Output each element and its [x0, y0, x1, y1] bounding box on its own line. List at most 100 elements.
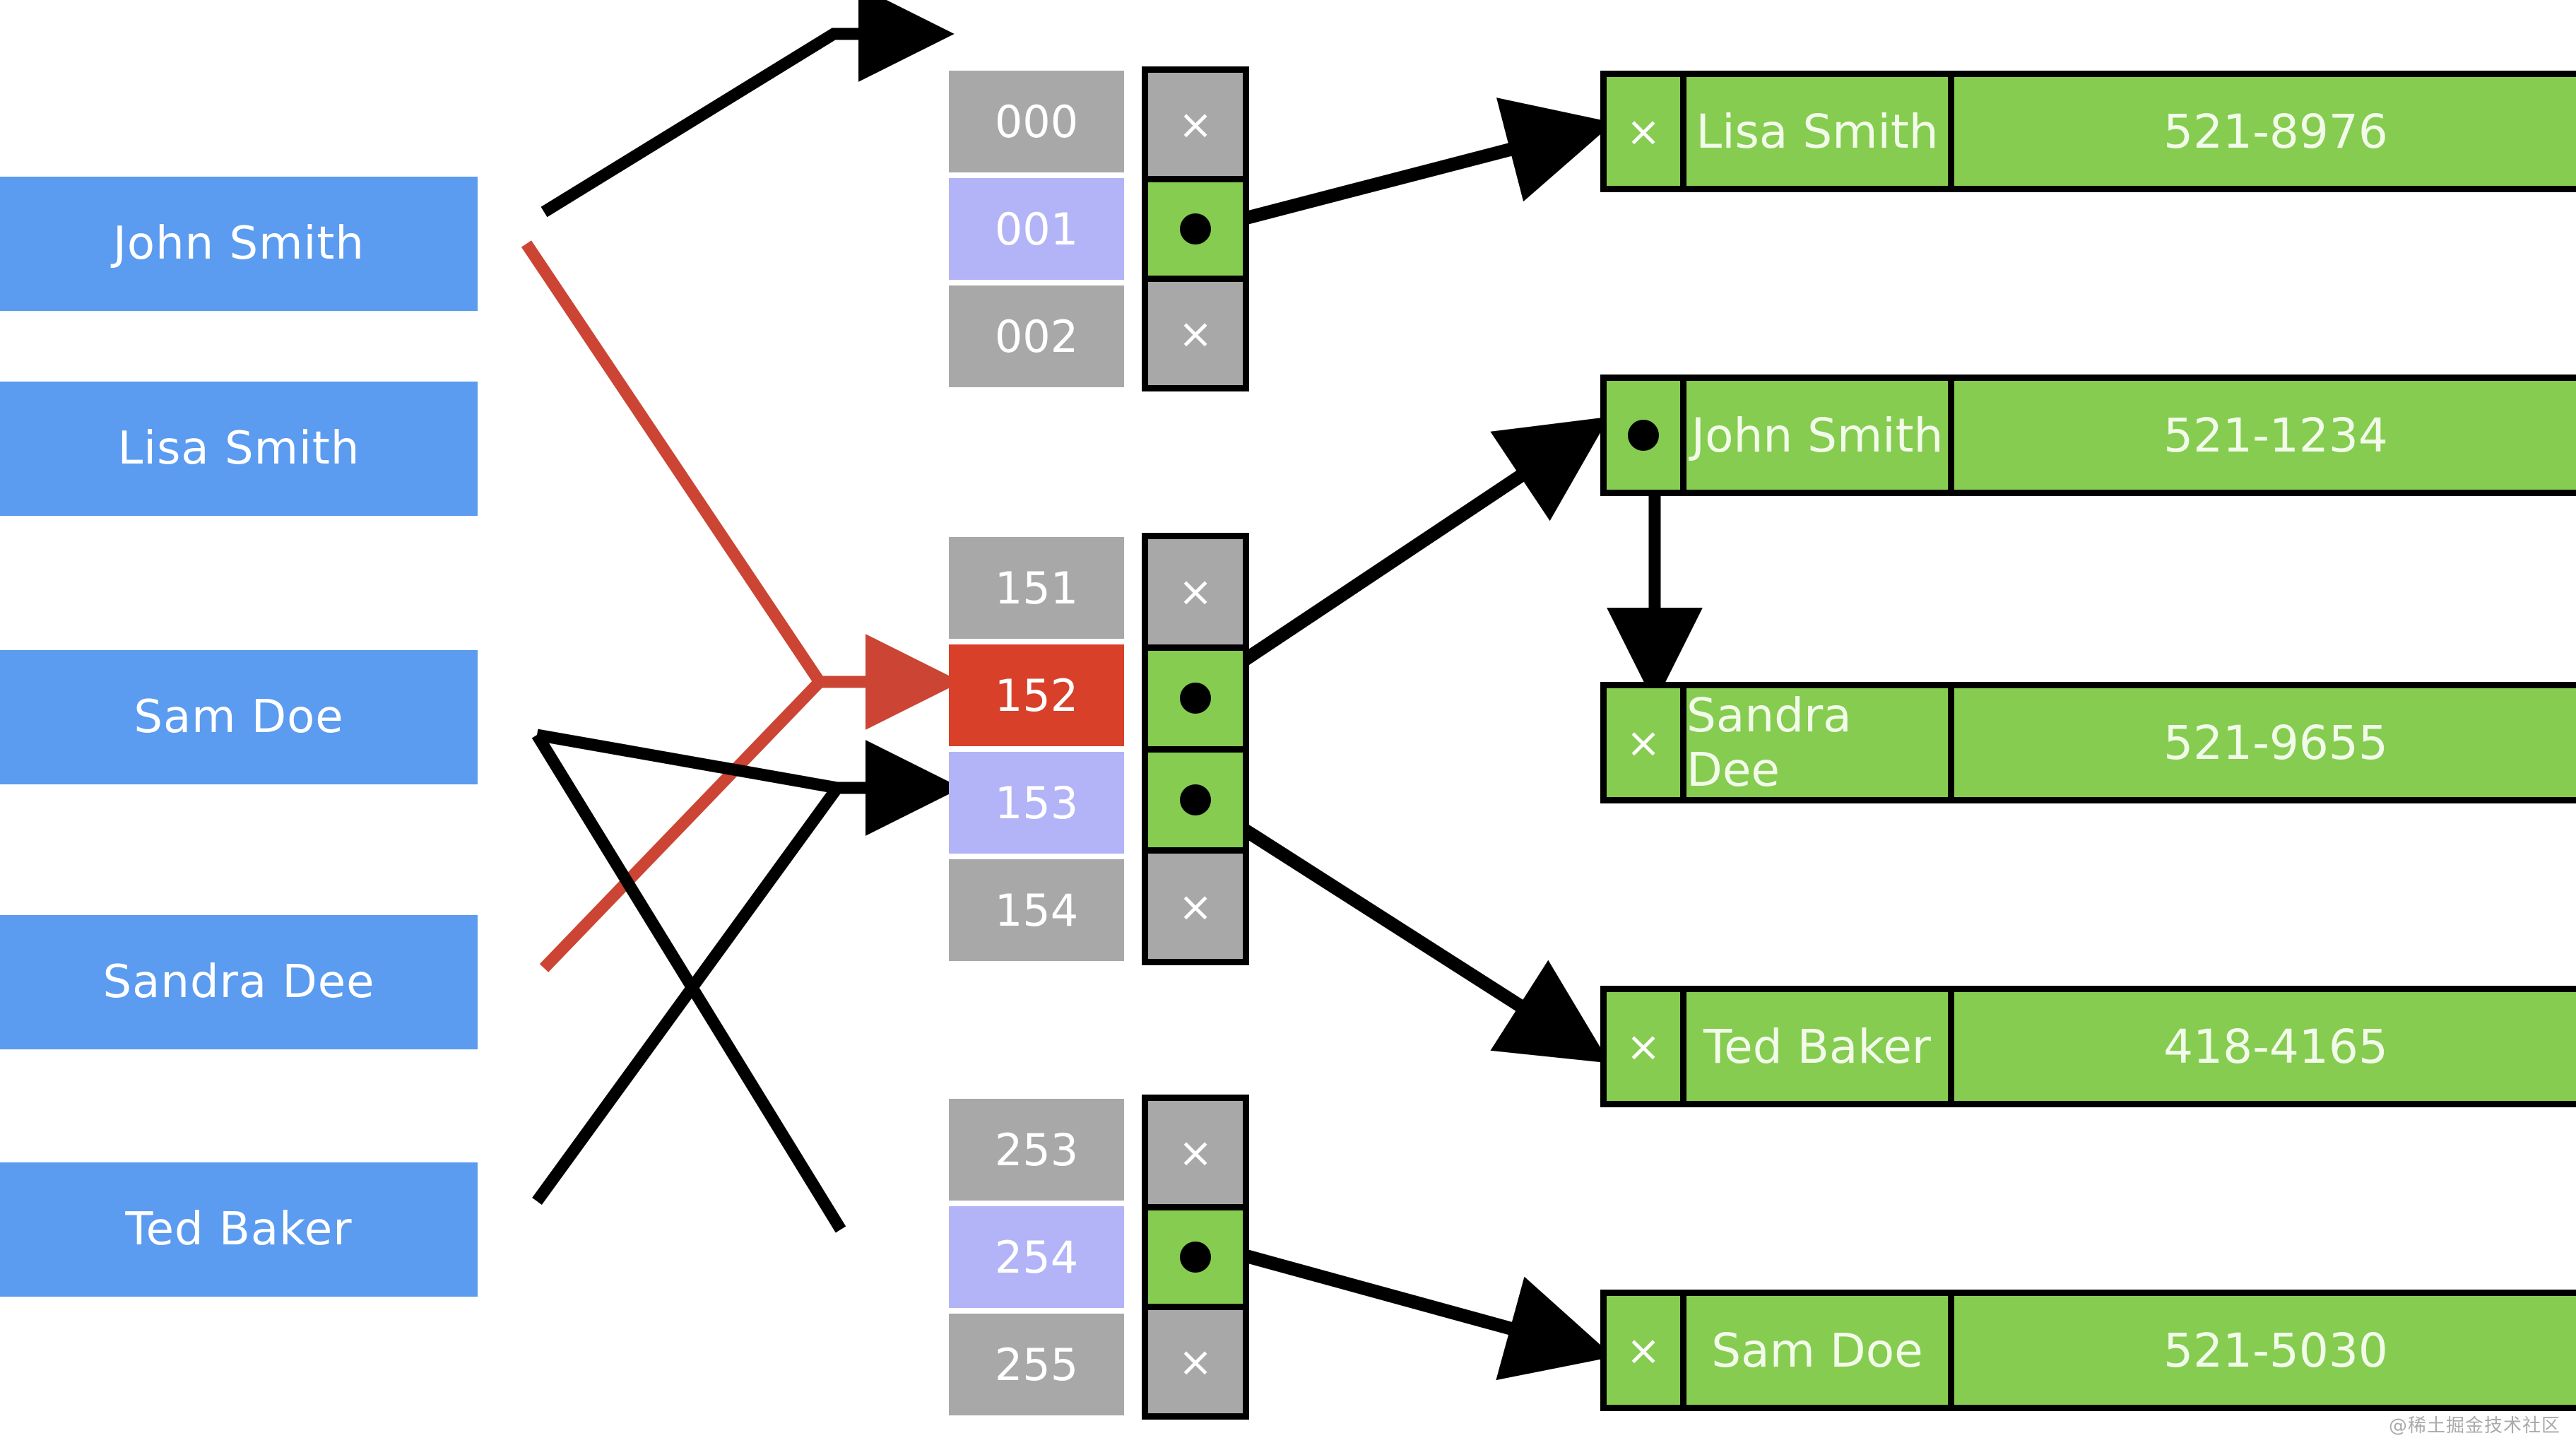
watermark: @稀土掘金技术社区: [2389, 1411, 2560, 1437]
null-pointer-icon: ×: [1626, 1326, 1661, 1374]
bucket-index-002[interactable]: 002: [949, 285, 1124, 387]
key-box-john-smith[interactable]: John Smith: [0, 177, 478, 311]
record-phone-cell: 521-8976: [1954, 77, 2576, 186]
bucket-slot-255[interactable]: ×: [1148, 1310, 1243, 1413]
empty-slot-icon: ×: [1178, 100, 1213, 148]
record-phone: 521-5030: [2163, 1323, 2388, 1378]
bucket-index-label: 255: [994, 1338, 1079, 1391]
pointer-dot-icon: [1180, 213, 1211, 244]
record-name-cell: Ted Baker: [1686, 992, 1954, 1101]
empty-slot-icon: ×: [1178, 882, 1213, 931]
key-label: John Smith: [113, 218, 365, 270]
hash-line-lisa-to-001: [540, 0, 955, 218]
bucket-index-label: 001: [994, 203, 1079, 255]
record-name-cell: Lisa Smith: [1686, 77, 1954, 186]
bucket-slot-001[interactable]: [1148, 182, 1243, 276]
hash-line-john-sandra-to-152: [521, 240, 962, 972]
record-phone: 521-9655: [2163, 715, 2388, 770]
hash-line-sam-to-153: [536, 729, 962, 836]
bucket-index-000[interactable]: 000: [949, 71, 1124, 172]
bucket-slot-000[interactable]: ×: [1148, 73, 1243, 176]
record-next-pointer-cell[interactable]: ×: [1607, 688, 1686, 797]
null-pointer-icon: ×: [1626, 107, 1661, 155]
bucket-index-label: 000: [994, 95, 1079, 148]
bucket-index-254[interactable]: 254: [949, 1206, 1124, 1308]
bucket-index-001[interactable]: 001: [949, 178, 1124, 280]
hash-table-diagram: John Smith Lisa Smith Sam Doe Sandra Dee…: [0, 0, 2576, 1450]
bucket-index-154[interactable]: 154: [949, 859, 1124, 961]
record-next-pointer-cell[interactable]: ×: [1607, 77, 1686, 186]
bucket-slot-153[interactable]: [1148, 752, 1243, 848]
slot-divider: [1148, 176, 1243, 182]
pointer-line-254-to-sam: [1199, 1237, 1614, 1381]
record-name: John Smith: [1691, 408, 1944, 463]
empty-slot-icon: ×: [1178, 1338, 1213, 1386]
slot-divider: [1148, 1204, 1243, 1210]
bucket-index-label: 253: [994, 1124, 1079, 1176]
pointer-dot-icon: [1628, 420, 1659, 451]
null-pointer-icon: ×: [1626, 719, 1661, 767]
key-label: Sam Doe: [134, 691, 344, 743]
bucket-slot-002[interactable]: ×: [1148, 282, 1243, 385]
record-row-lisa-smith[interactable]: × Lisa Smith 521-8976: [1600, 71, 2576, 192]
slot-divider: [1148, 644, 1243, 651]
pointer-line-001-to-lisa: [1199, 98, 1614, 237]
bucket-index-151[interactable]: 151: [949, 537, 1124, 639]
slot-divider: [1148, 745, 1243, 753]
key-box-ted-baker[interactable]: Ted Baker: [0, 1162, 478, 1297]
record-name-cell: John Smith: [1686, 381, 1954, 490]
record-phone-cell: 418-4165: [1954, 992, 2576, 1101]
record-row-john-smith[interactable]: John Smith 521-1234: [1600, 375, 2576, 496]
record-next-pointer-cell[interactable]: ×: [1607, 992, 1686, 1101]
pointer-dot-icon: [1180, 683, 1211, 714]
bucket-index-253[interactable]: 253: [949, 1099, 1124, 1201]
key-label: Sandra Dee: [102, 956, 375, 1008]
bucket-slot-group-000: × ×: [1142, 66, 1249, 391]
empty-slot-icon: ×: [1178, 567, 1213, 616]
empty-slot-icon: ×: [1178, 1128, 1213, 1177]
bucket-index-label: 002: [994, 310, 1079, 362]
bucket-index-255[interactable]: 255: [949, 1314, 1124, 1415]
hash-line-sam-descend: [531, 731, 846, 1233]
pointer-line-153-to-ted: [1197, 796, 1610, 1063]
slot-divider: [1148, 847, 1243, 854]
pointer-dot-icon: [1180, 1242, 1211, 1273]
pointer-line-152-to-john: [1197, 416, 1609, 695]
bucket-slot-254[interactable]: [1148, 1210, 1243, 1304]
bucket-slot-154[interactable]: ×: [1148, 854, 1243, 959]
record-next-pointer-cell[interactable]: [1607, 381, 1686, 490]
bucket-index-153[interactable]: 153: [949, 752, 1124, 854]
record-name: Ted Baker: [1703, 1019, 1931, 1074]
record-row-sandra-dee[interactable]: × Sandra Dee 521-9655: [1600, 682, 2576, 803]
slot-divider: [1148, 276, 1243, 282]
bucket-slot-253[interactable]: ×: [1148, 1101, 1243, 1204]
record-row-ted-baker[interactable]: × Ted Baker 418-4165: [1600, 986, 2576, 1107]
record-next-pointer-cell[interactable]: ×: [1607, 1296, 1686, 1405]
pointer-dot-icon: [1180, 784, 1211, 815]
record-phone: 418-4165: [2163, 1019, 2388, 1074]
bucket-index-label: 151: [994, 562, 1079, 614]
null-pointer-icon: ×: [1626, 1022, 1661, 1071]
record-phone-cell: 521-1234: [1954, 381, 2576, 490]
key-box-sam-doe[interactable]: Sam Doe: [0, 650, 478, 784]
bucket-slot-152[interactable]: [1148, 650, 1243, 746]
watermark-text: @稀土掘金技术社区: [2388, 1415, 2560, 1437]
empty-slot-icon: ×: [1178, 310, 1213, 358]
record-name-cell: Sandra Dee: [1686, 688, 1954, 797]
record-phone: 521-8976: [2163, 104, 2388, 159]
record-phone-cell: 521-5030: [1954, 1296, 2576, 1405]
hash-line-ted-to-153: [532, 784, 842, 1205]
key-label: Ted Baker: [125, 1203, 353, 1256]
bucket-index-152[interactable]: 152: [949, 644, 1124, 746]
record-name: Lisa Smith: [1696, 104, 1939, 159]
bucket-slot-group-253: × ×: [1142, 1095, 1249, 1420]
bucket-index-label: 152: [994, 669, 1079, 721]
bucket-slot-151[interactable]: ×: [1148, 539, 1243, 644]
record-row-sam-doe[interactable]: × Sam Doe 521-5030: [1600, 1290, 2576, 1411]
key-box-sandra-dee[interactable]: Sandra Dee: [0, 915, 478, 1049]
record-phone-cell: 521-9655: [1954, 688, 2576, 797]
key-box-lisa-smith[interactable]: Lisa Smith: [0, 382, 478, 516]
bucket-slot-group-151: × ×: [1142, 533, 1249, 965]
key-label: Lisa Smith: [117, 423, 360, 475]
slot-divider: [1148, 1304, 1243, 1310]
